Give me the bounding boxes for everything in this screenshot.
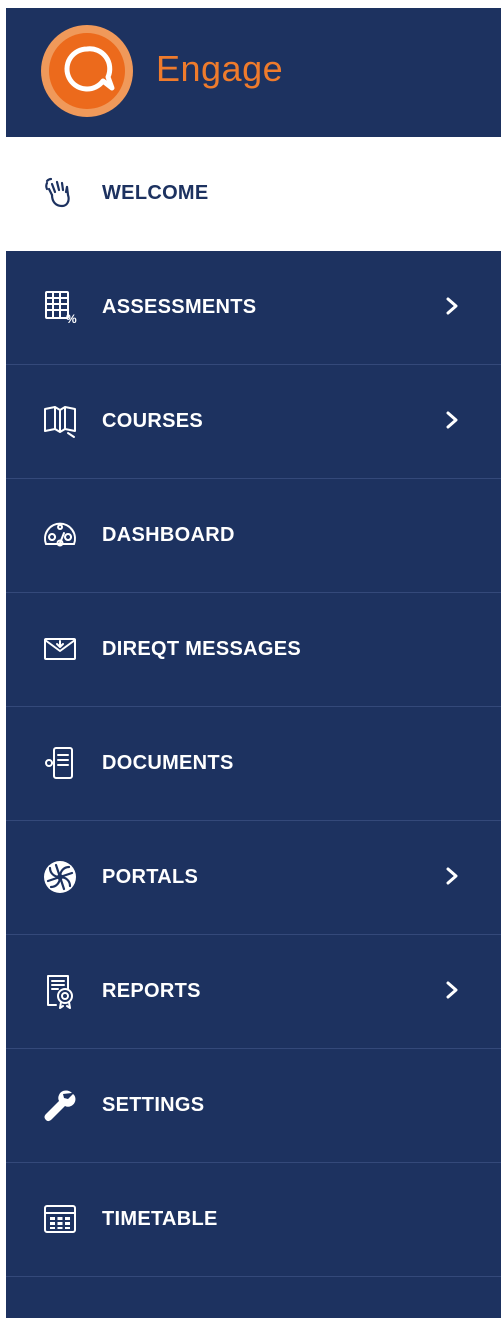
report-badge-icon — [40, 971, 80, 1011]
chevron-right-icon — [446, 867, 458, 885]
wrench-icon — [40, 1085, 80, 1125]
calendar-grid-icon — [40, 1199, 80, 1239]
sidebar: Engage WELCOME % ASSESSMENTS COURSES DAS… — [6, 8, 501, 1318]
sidebar-item-label: DASHBOARD — [102, 524, 235, 546]
chevron-right-icon — [446, 411, 458, 429]
sidebar-item-label: ASSESSMENTS — [102, 296, 257, 318]
sidebar-item-portals[interactable]: PORTALS — [6, 821, 501, 935]
sidebar-item-documents[interactable]: DOCUMENTS — [6, 707, 501, 821]
chevron-right-icon — [446, 297, 458, 315]
sidebar-item-label: DIREQT MESSAGES — [102, 638, 301, 660]
sidebar-item-timetable[interactable]: TIMETABLE — [6, 1163, 501, 1277]
sidebar-item-dashboard[interactable]: DASHBOARD — [6, 479, 501, 593]
chevron-right-icon — [446, 981, 458, 999]
sidebar-item-label: COURSES — [102, 410, 204, 432]
grid-percent-icon: % — [40, 287, 80, 327]
sidebar-item-label: SETTINGS — [102, 1094, 205, 1116]
speedometer-icon — [40, 515, 80, 555]
sidebar-item-courses[interactable]: COURSES — [6, 365, 501, 479]
document-icon — [40, 743, 80, 783]
open-book-icon — [40, 401, 80, 441]
brand-header[interactable]: Engage — [6, 8, 501, 136]
sidebar-item-label: PORTALS — [102, 866, 199, 888]
sidebar-item-label: DOCUMENTS — [102, 752, 234, 774]
sidebar-item-settings[interactable]: SETTINGS — [6, 1049, 501, 1163]
sidebar-item-label: WELCOME — [102, 182, 209, 204]
sidebar-menu: WELCOME % ASSESSMENTS COURSES DASHBOARD … — [6, 137, 501, 1277]
sidebar-item-welcome[interactable]: WELCOME — [6, 137, 501, 251]
sidebar-item-label: REPORTS — [102, 980, 201, 1002]
sidebar-item-direqt-messages[interactable]: DIREQT MESSAGES — [6, 593, 501, 707]
sidebar-item-assessments[interactable]: % ASSESSMENTS — [6, 251, 501, 365]
app-frame: Engage WELCOME % ASSESSMENTS COURSES DAS… — [0, 0, 501, 1318]
engage-logo-icon — [41, 25, 133, 117]
waving-hand-icon — [40, 173, 80, 213]
brand-name: Engage — [156, 48, 284, 89]
envelope-icon — [40, 629, 80, 669]
svg-text:%: % — [66, 312, 77, 325]
sidebar-item-reports[interactable]: REPORTS — [6, 935, 501, 1049]
portal-swirl-icon — [40, 857, 80, 897]
sidebar-item-label: TIMETABLE — [102, 1208, 218, 1230]
